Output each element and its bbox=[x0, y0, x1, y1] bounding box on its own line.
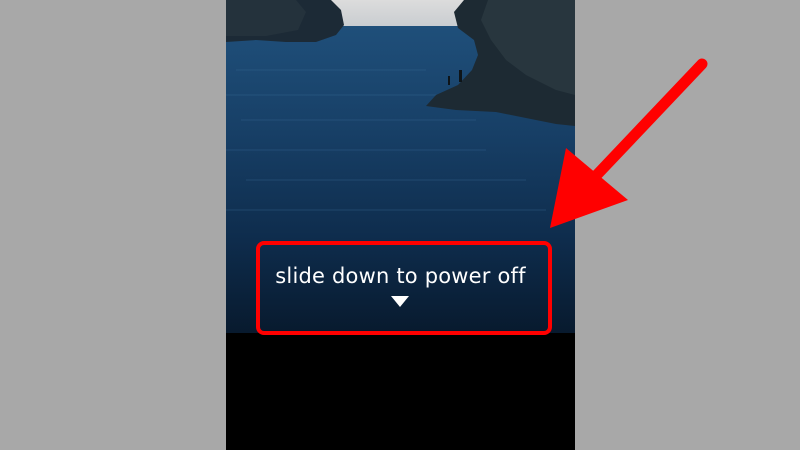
screenshot-canvas: slide down to power off bbox=[0, 0, 800, 450]
phone-screen: slide down to power off bbox=[226, 0, 575, 450]
power-off-slider-track[interactable] bbox=[226, 333, 575, 450]
annotation-highlight-box bbox=[256, 241, 552, 335]
